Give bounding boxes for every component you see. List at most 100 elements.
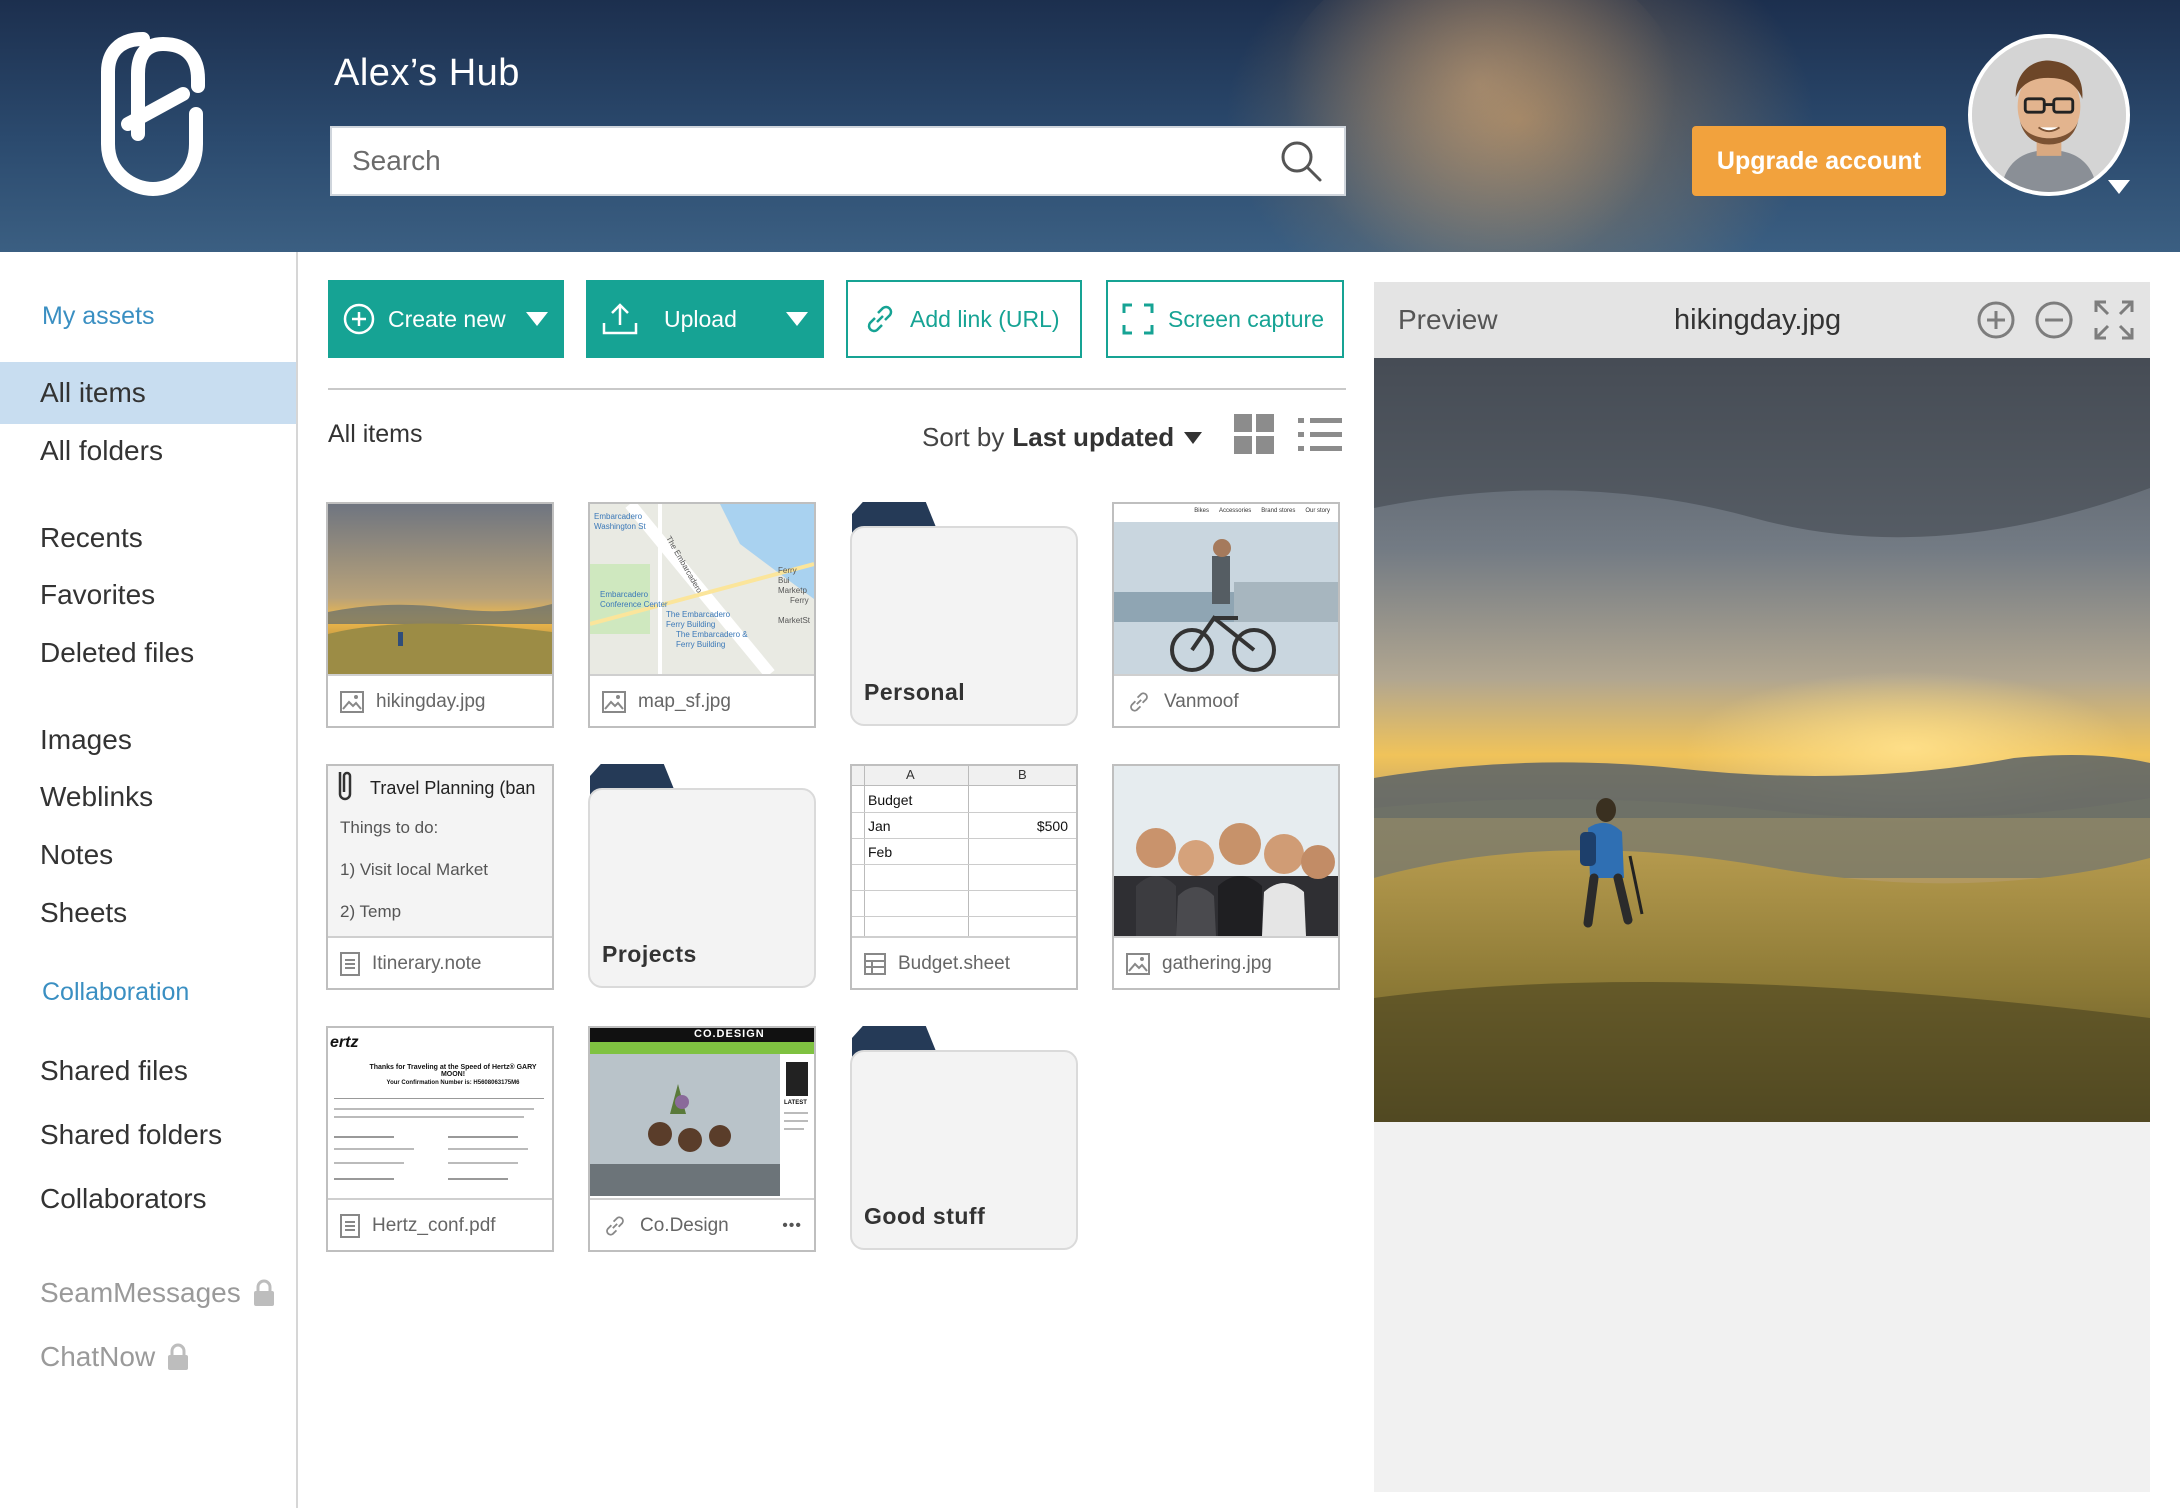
chevron-down-icon[interactable]	[2108, 180, 2130, 194]
document-card-hertz[interactable]: ertz Thanks for Traveling at the Speed o…	[326, 1026, 554, 1252]
upload-button[interactable]: Upload	[586, 280, 824, 358]
site-nav: Bikes Accessories Brand stores Our story	[1114, 504, 1338, 522]
file-card-hikingday[interactable]: hikingday.jpg	[326, 502, 554, 728]
lock-icon	[253, 1279, 274, 1306]
sidebar-item-all-folders[interactable]: All folders	[0, 420, 296, 482]
sidebar-item-images[interactable]: Images	[0, 709, 296, 771]
search-input[interactable]	[332, 128, 1276, 194]
weblink-card-vanmoof[interactable]: Bikes Accessories Brand stores Our story…	[1112, 502, 1340, 728]
sidebar-item-label: All items	[40, 377, 146, 408]
sidebar-item-chatnow[interactable]: ChatNow	[0, 1326, 296, 1388]
list-view-icon[interactable]	[1298, 414, 1344, 456]
folder-projects[interactable]: Projects	[588, 764, 816, 990]
add-link-label: Add link (URL)	[910, 305, 1060, 332]
toolbar-divider	[328, 388, 1346, 390]
upload-label: Upload	[664, 305, 737, 332]
card-footer: hikingday.jpg	[328, 674, 552, 726]
add-link-button[interactable]: Add link (URL)	[846, 280, 1082, 358]
sidebar-item-recents[interactable]: Recents	[0, 507, 296, 569]
card-footer: Vanmoof	[1114, 674, 1338, 726]
note-line: 2) Temp	[340, 902, 402, 921]
hub-title: Alex’s Hub	[334, 52, 520, 94]
screen-capture-icon	[1122, 303, 1154, 335]
sheet-column-header: A	[906, 767, 915, 782]
sheet-card-budget[interactable]: A B Budget Jan $500 Feb Budget.sheet	[850, 764, 1078, 990]
image-thumbnail	[328, 504, 552, 674]
card-footer: Hertz_conf.pdf	[328, 1198, 552, 1250]
sheet-preview: A B Budget Jan $500 Feb	[852, 766, 1076, 936]
file-name: Itinerary.note	[372, 953, 482, 974]
app-logo-icon[interactable]	[88, 24, 218, 204]
section-title: All items	[328, 420, 423, 448]
sheet-icon	[864, 953, 886, 975]
sidebar-item-label: Weblinks	[40, 781, 154, 812]
card-footer: Itinerary.note	[328, 936, 552, 988]
sort-dropdown[interactable]: Sort by Last updated	[922, 422, 1203, 453]
create-new-button[interactable]: Create new	[328, 280, 564, 358]
map-label: Ferry	[790, 596, 809, 605]
image-icon	[1126, 953, 1150, 975]
sidebar-item-shared-files[interactable]: Shared files	[0, 1040, 296, 1102]
file-card-gathering[interactable]: gathering.jpg	[1112, 764, 1340, 990]
card-footer: Budget.sheet	[852, 936, 1076, 988]
zoom-in-icon[interactable]	[1972, 296, 2020, 344]
search-icon[interactable]	[1276, 136, 1326, 186]
sidebar-item-label: SeamMessages	[40, 1277, 241, 1308]
preview-filename: hikingday.jpg	[1674, 304, 1842, 336]
sidebar-item-all-items[interactable]: All items	[0, 362, 296, 424]
sidebar-item-seammessages[interactable]: SeamMessages	[0, 1262, 296, 1324]
map-label: Embarcadero Conference Center	[600, 590, 668, 609]
fullscreen-icon[interactable]	[2090, 296, 2138, 344]
document-preview: ertz Thanks for Traveling at the Speed o…	[328, 1028, 552, 1198]
sidebar-section-my-assets[interactable]: My assets	[42, 302, 155, 331]
sidebar-item-label: Deleted files	[40, 637, 195, 668]
folder-good-stuff[interactable]: Good stuff	[850, 1026, 1078, 1252]
sidebar-item-favorites[interactable]: Favorites	[0, 564, 296, 626]
upgrade-account-button[interactable]: Upgrade account	[1692, 126, 1946, 196]
app-header: Alex’s Hub Upgrade account	[0, 0, 2180, 252]
sidebar-item-deleted-files[interactable]: Deleted files	[0, 622, 296, 684]
site-nav-item: Accessories	[1218, 508, 1252, 514]
folder-personal[interactable]: Personal	[850, 502, 1078, 728]
image-thumbnail	[1114, 766, 1338, 936]
document-icon	[340, 1214, 360, 1238]
map-label: Embarcadero Washington St	[594, 512, 646, 531]
sidebar-item-weblinks[interactable]: Weblinks	[0, 766, 296, 828]
map-label: The Embarcadero & Ferry Building	[676, 630, 748, 649]
more-options-icon[interactable]: •••	[782, 1217, 802, 1235]
sidebar-item-label: Favorites	[40, 579, 156, 610]
sidebar-section-collaboration[interactable]: Collaboration	[42, 978, 189, 1007]
map-thumbnail: Embarcadero Washington St The Embarcader…	[590, 504, 814, 674]
sidebar-item-label: Shared folders	[40, 1119, 223, 1150]
sidebar-item-collaborators[interactable]: Collaborators	[0, 1168, 296, 1230]
sidebar-item-sheets[interactable]: Sheets	[0, 882, 296, 944]
note-card-itinerary[interactable]: Travel Planning (ban Things to do: 1) Vi…	[326, 764, 554, 990]
avatar-portrait	[1972, 38, 2126, 192]
upload-icon	[602, 303, 638, 335]
file-name: Vanmoof	[1164, 691, 1239, 712]
zoom-out-icon[interactable]	[2030, 296, 2078, 344]
caret-down-icon[interactable]	[526, 312, 548, 326]
site-nav-item: Brand stores	[1261, 508, 1296, 514]
link-icon	[867, 305, 893, 333]
sidebar-item-label: All folders	[40, 435, 163, 466]
screen-capture-button[interactable]: Screen capture	[1106, 280, 1344, 358]
caret-down-icon[interactable]	[786, 312, 808, 326]
sidebar-item-shared-folders[interactable]: Shared folders	[0, 1104, 296, 1166]
file-card-map-sf[interactable]: Embarcadero Washington St The Embarcader…	[588, 502, 816, 728]
search-bar[interactable]	[330, 126, 1346, 196]
doc-heading: Thanks for Traveling at the Speed of Her…	[369, 1064, 537, 1078]
preview-label: Preview	[1398, 304, 1498, 335]
note-icon	[340, 952, 360, 976]
sidebar-item-notes[interactable]: Notes	[0, 824, 296, 886]
map-label: The Embarcadero Ferry Building	[666, 610, 731, 629]
sidebar-item-label: Images	[40, 724, 132, 755]
grid-view-icon[interactable]	[1234, 414, 1276, 456]
preview-image[interactable]	[1374, 358, 2150, 1122]
avatar[interactable]	[1968, 34, 2130, 196]
folder-name: Personal	[864, 679, 966, 705]
file-name: hikingday.jpg	[376, 691, 486, 712]
weblink-card-codesign[interactable]: CO.DESIGN LATEST Co.Design •••	[588, 1026, 816, 1252]
folder-name: Projects	[602, 941, 697, 967]
sidebar-item-label: Notes	[40, 839, 114, 870]
